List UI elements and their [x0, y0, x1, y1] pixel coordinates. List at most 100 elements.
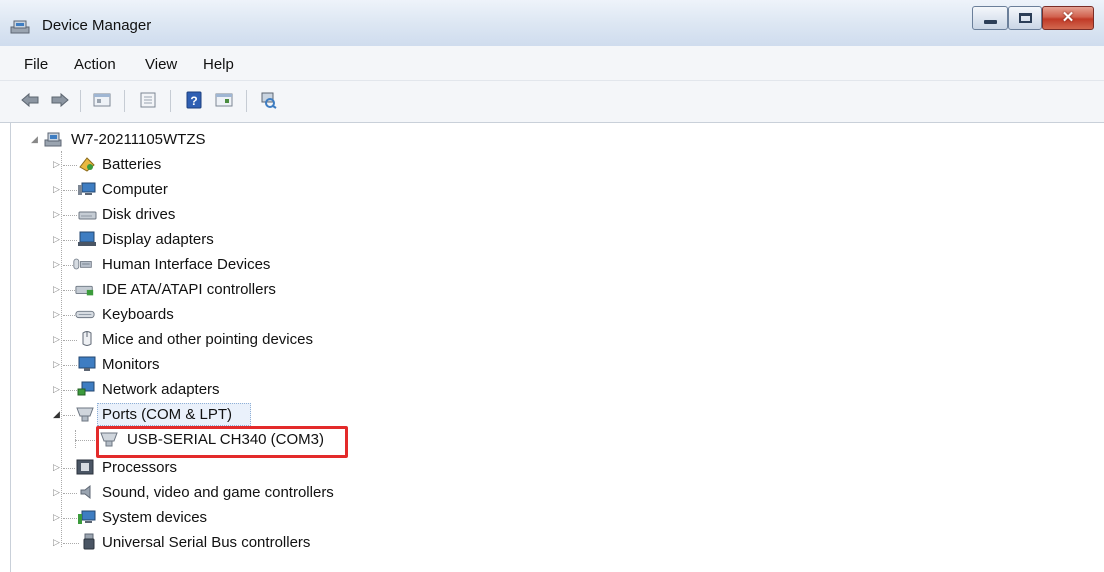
close-button[interactable]: ✕ — [1042, 6, 1094, 30]
item-label: Processors — [102, 459, 178, 476]
expand-arrow-icon[interactable]: ▷ — [53, 310, 61, 319]
expand-arrow-icon[interactable]: ▷ — [53, 538, 61, 547]
sound-icon — [80, 484, 91, 500]
toolbar-separator — [124, 90, 125, 112]
expand-arrow-icon[interactable]: ▷ — [53, 285, 61, 294]
maximize-button[interactable] — [1008, 6, 1042, 30]
toolbar-separator — [170, 90, 171, 112]
expand-arrow-icon[interactable]: ▷ — [53, 360, 61, 369]
menu-action[interactable]: Action — [74, 56, 116, 73]
close-icon: ✕ — [1061, 9, 1075, 26]
disk-drive-icon — [78, 211, 97, 220]
device-manager-icon — [10, 20, 30, 34]
hid-icon — [73, 258, 92, 270]
display-adapter-icon — [78, 231, 96, 246]
tree-item-human-interface-devices[interactable]: ▷ Human Interface Devices — [11, 252, 331, 277]
help-icon[interactable]: ? — [184, 91, 204, 109]
tree-item-display-adapters[interactable]: ▷ Display adapters — [11, 227, 311, 252]
tree-item-monitors[interactable]: ▷ Monitors — [11, 352, 311, 377]
expand-arrow-icon[interactable]: ▷ — [53, 385, 61, 394]
item-label: Keyboards — [102, 306, 174, 323]
tree-item-sound-video-game[interactable]: ▷ Sound, video and game controllers — [11, 480, 371, 505]
item-label: IDE ATA/ATAPI controllers — [102, 281, 276, 298]
item-label: Disk drives — [102, 206, 176, 223]
item-label: Display adapters — [102, 231, 214, 248]
title-bar[interactable]: Device Manager ✕ — [0, 0, 1104, 46]
tree-item-ports[interactable]: ◢ Ports (COM & LPT) — [11, 402, 311, 427]
expand-arrow-icon[interactable]: ▷ — [53, 488, 61, 497]
item-label: Human Interface Devices — [102, 256, 271, 273]
item-label: Computer — [102, 181, 168, 198]
expand-arrow-icon[interactable]: ▷ — [53, 160, 61, 169]
tree-item-keyboards[interactable]: ▷ Keyboards — [11, 302, 311, 327]
forward-icon[interactable] — [50, 91, 70, 109]
tree-item-usb-controllers[interactable]: ▷ Universal Serial Bus controllers — [11, 530, 351, 555]
usb-icon — [83, 533, 95, 550]
tree-item-ide-ata-atapi-controllers[interactable]: ▷ IDE ATA/ATAPI controllers — [11, 277, 331, 302]
expand-arrow-icon[interactable]: ▷ — [53, 260, 61, 269]
item-label: Ports (COM & LPT) — [102, 406, 233, 423]
item-label: Monitors — [102, 356, 160, 373]
expand-arrow-icon[interactable]: ▷ — [53, 235, 61, 244]
item-label: Network adapters — [102, 381, 220, 398]
window-title: Device Manager — [42, 17, 152, 34]
tree-connector — [63, 240, 77, 241]
battery-icon — [79, 157, 95, 172]
item-label: Sound, video and game controllers — [102, 484, 334, 501]
tree-connector — [63, 315, 75, 316]
expand-arrow-icon[interactable]: ▷ — [53, 185, 61, 194]
expand-arrow-icon[interactable]: ▷ — [53, 210, 61, 219]
maximize-icon — [1019, 13, 1032, 23]
expand-arrow-icon[interactable]: ▷ — [53, 335, 61, 344]
minimize-button[interactable] — [972, 6, 1008, 30]
item-label: Mice and other pointing devices — [102, 331, 313, 348]
menu-bar: File Action View Help — [0, 46, 1104, 81]
details-icon[interactable] — [214, 91, 234, 109]
tree-connector — [63, 493, 77, 494]
menu-file[interactable]: File — [24, 56, 48, 73]
tree-item-network-adapters[interactable]: ▷ Network adapters — [11, 377, 311, 402]
item-label: System devices — [102, 509, 208, 526]
expand-arrow-icon[interactable]: ▷ — [53, 513, 61, 522]
scan-hardware-icon[interactable] — [258, 91, 278, 109]
red-highlight-box — [96, 426, 348, 458]
tree-connector — [63, 468, 75, 469]
toolbar-separator — [246, 90, 247, 112]
tree-connector — [63, 365, 77, 366]
properties-icon[interactable] — [92, 91, 112, 109]
port-icon — [76, 407, 94, 422]
tree-connector — [63, 390, 77, 391]
tree-item-batteries[interactable]: ▷ Batteries — [11, 152, 311, 177]
tree-connector — [63, 165, 77, 166]
toolbar-separator — [80, 90, 81, 112]
toolbar: ? — [0, 81, 1104, 123]
device-manager-window: Device Manager ✕ File Action View Help ?… — [0, 0, 1104, 572]
computer-icon — [78, 182, 96, 195]
root-computer-name: W7-20211105WTZS — [71, 131, 206, 148]
tree-connector — [63, 518, 77, 519]
show-hide-tree-icon[interactable] — [138, 91, 158, 109]
item-label: Universal Serial Bus controllers — [102, 534, 311, 551]
tree-root[interactable]: ◢ W7-20211105WTZS — [11, 127, 311, 152]
network-adapter-icon — [77, 381, 95, 396]
tree-item-processors[interactable]: ▷ Processors — [11, 455, 311, 480]
ide-controller-icon — [75, 285, 94, 296]
collapse-arrow-icon[interactable]: ◢ — [53, 410, 61, 419]
tree-connector — [63, 265, 73, 266]
expand-arrow-icon[interactable]: ▷ — [53, 463, 61, 472]
back-icon[interactable] — [20, 91, 40, 109]
mouse-icon — [82, 331, 92, 346]
tree-item-mice[interactable]: ▷ Mice and other pointing devices — [11, 327, 351, 352]
tree-item-system-devices[interactable]: ▷ System devices — [11, 505, 311, 530]
collapse-arrow-icon[interactable]: ◢ — [31, 135, 39, 144]
tree-item-disk-drives[interactable]: ▷ Disk drives — [11, 202, 311, 227]
tree-connector — [63, 215, 77, 216]
tree-connector — [63, 290, 75, 291]
computer-root-icon — [44, 132, 62, 147]
monitor-icon — [78, 356, 96, 371]
menu-view[interactable]: View — [145, 56, 177, 73]
tree-item-computer[interactable]: ▷ Computer — [11, 177, 311, 202]
item-label: Batteries — [102, 156, 162, 173]
processor-icon — [76, 459, 94, 475]
menu-help[interactable]: Help — [203, 56, 234, 73]
